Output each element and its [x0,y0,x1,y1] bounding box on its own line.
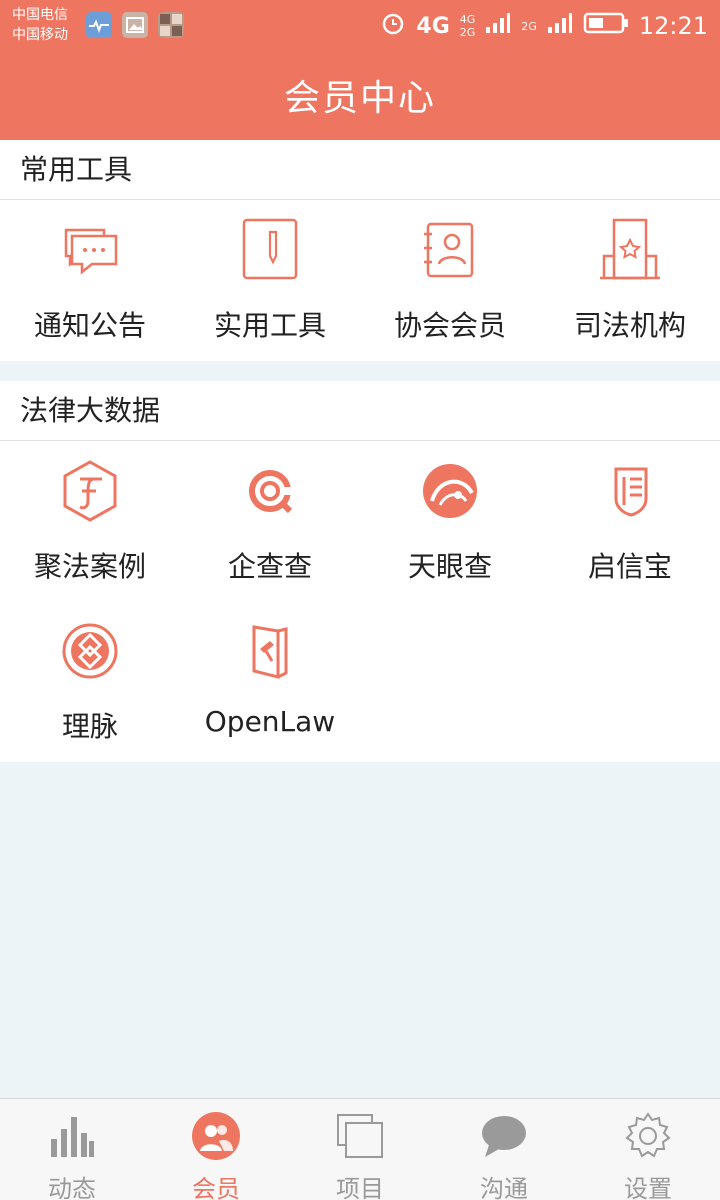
health-app-icon [86,12,112,38]
carrier-2: 中国移动 [12,27,68,43]
jufa-logo-icon [63,460,117,522]
data-label: OpenLaw [204,705,336,738]
tool-members[interactable]: 协会会员 [360,200,540,360]
chat-bubbles-icon [64,228,118,275]
tool-label: 通知公告 [33,309,146,342]
data-qixinbao[interactable]: 启信宝 [540,441,720,601]
title-bar: 会员中心 [0,50,720,140]
building-star-icon [600,218,660,280]
tab-projects[interactable]: 项目 [288,1099,432,1200]
data-label: 企查查 [227,550,312,583]
data-limai[interactable]: 理脉 [0,601,180,761]
tab-feed[interactable]: 动态 [0,1099,144,1200]
network-2b: 2G [459,26,476,39]
clock: 12:21 [638,12,708,40]
network-1: 4G [416,13,450,39]
tab-settings[interactable]: 设置 [576,1099,720,1200]
network-3-group: 2G [521,20,537,33]
tab-label: 沟通 [480,1175,528,1200]
tab-label: 动态 [48,1175,96,1200]
tianyancha-logo-icon [423,464,477,518]
bottom-tab-bar: 动态 会员 项目 沟通 设置 [0,1098,720,1200]
data-label: 启信宝 [587,550,672,583]
section-title: 法律大数据 [0,381,720,441]
tool-label: 司法机构 [573,309,686,342]
tool-label: 协会会员 [393,309,506,342]
members-icon [192,1112,240,1160]
data-tianyancha[interactable]: 天眼查 [360,441,540,601]
carrier-1: 中国电信 [12,7,68,23]
data-qichacha[interactable]: 企查查 [180,441,360,601]
network-3: 2G [521,19,537,33]
gear-icon [625,1112,671,1158]
carrier-info: 中国电信 中国移动 [12,5,68,45]
qixinbao-logo-icon [614,467,648,517]
data-openlaw[interactable]: OpenLaw [180,601,360,761]
data-jufa[interactable]: 聚法案例 [0,441,180,601]
gallery-app-icon [122,12,148,38]
tab-members[interactable]: 会员 [144,1099,288,1200]
data-label: 理脉 [61,710,118,743]
chat-icon [482,1116,526,1157]
notebook-pen-icon [242,218,298,280]
qichacha-logo-icon [249,470,293,514]
page-title: 会员中心 [283,78,436,119]
bar-chart-icon [51,1117,94,1157]
stacked-pages-icon [337,1114,383,1158]
limai-logo-icon [62,623,118,679]
tab-label: 项目 [336,1175,384,1200]
status-bar: 中国电信 中国移动 4G 4G 2G 2G 12:21 [0,0,720,50]
network-2a: 4G [459,13,476,26]
network-2: 4G 2G [460,13,476,39]
data-grid: 聚法案例 企查查 天眼查 启信宝 理脉 OpenLaw [0,441,720,761]
battery-icon [583,11,629,41]
photo-grid-app-icon [158,12,184,38]
status-right: 4G 4G 2G 2G 12:21 [380,6,708,46]
section-common-tools: 常用工具 通知公告 实用工具 协会会员 司法机构 [0,140,720,361]
alarm-icon [380,10,406,42]
data-label: 聚法案例 [33,550,146,583]
tab-chat[interactable]: 沟通 [432,1099,576,1200]
signal-2-icon [547,11,573,41]
contact-book-icon [424,222,474,278]
tab-label: 设置 [624,1175,672,1200]
tab-label: 会员 [192,1175,240,1200]
signal-icon [485,11,511,41]
tool-utilities[interactable]: 实用工具 [180,200,360,360]
tool-label: 实用工具 [213,309,326,342]
tool-judicial[interactable]: 司法机构 [540,200,720,360]
data-label: 天眼查 [407,550,492,583]
tools-grid: 通知公告 实用工具 协会会员 司法机构 [0,200,720,360]
section-legal-big-data: 法律大数据 聚法案例 企查查 天眼查 启信宝 理脉 OpenLaw [0,381,720,762]
tool-notice[interactable]: 通知公告 [0,200,180,360]
section-title: 常用工具 [0,140,720,200]
openlaw-logo-icon [252,625,288,679]
